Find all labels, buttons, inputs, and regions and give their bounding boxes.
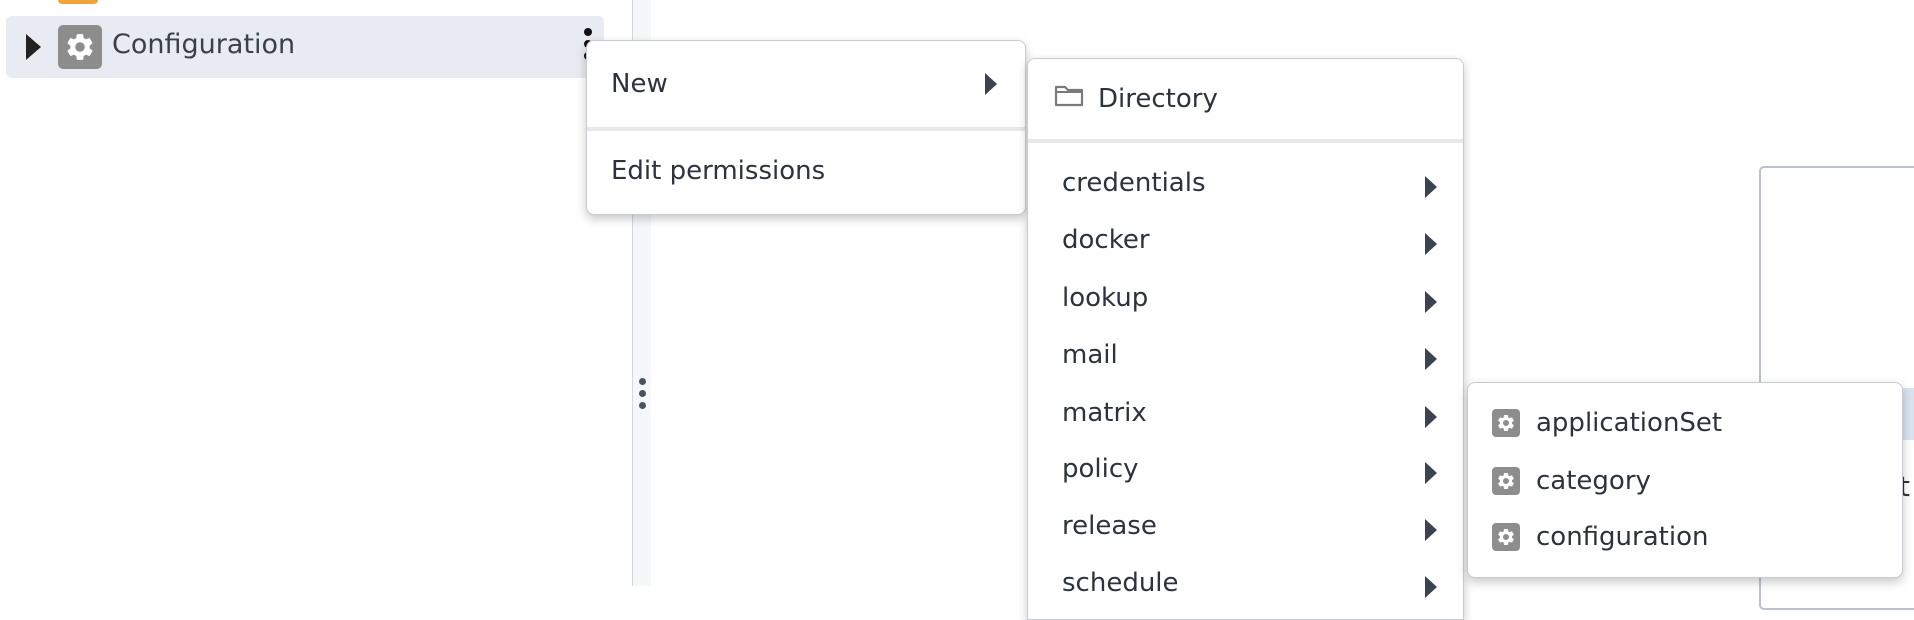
drag-handle-icon[interactable] [637,378,647,412]
menu-item-edit-permissions[interactable]: Edit permissions [587,131,1025,211]
caret-right-icon [1425,406,1437,428]
menu-item-directory[interactable]: Directory [1028,59,1463,139]
partial-folder-icon [58,0,98,4]
caret-right-icon [1425,291,1437,313]
gear-icon [1492,523,1520,551]
caret-right-icon [1425,519,1437,541]
menu-item-release[interactable]: release [1028,498,1463,554]
caret-right-icon [1425,176,1437,198]
menu-item-schedule[interactable]: schedule [1028,555,1463,611]
menu-item-mail[interactable]: mail [1028,327,1463,383]
caret-right-icon [1425,348,1437,370]
context-menu: New Edit permissions [586,40,1026,215]
menu-item-lookup[interactable]: lookup [1028,270,1463,326]
tree-panel: Configuration [0,0,632,586]
caret-right-icon [1425,462,1437,484]
caret-right-icon [1425,576,1437,598]
caret-right-icon [985,73,997,95]
gear-icon [58,25,102,69]
matrix-submenu: applicationSet category configuration [1467,382,1903,578]
menu-item-applicationset[interactable]: applicationSet [1468,395,1902,451]
tree-item-label: Configuration [112,29,296,60]
new-submenu: Directory credentials docker lookup mail… [1027,58,1464,620]
tree-item-configuration[interactable]: Configuration [6,16,604,78]
gear-icon [1492,409,1520,437]
menu-item-configuration[interactable]: configuration [1468,509,1902,565]
menu-item-new[interactable]: New [587,41,1025,127]
caret-right-icon[interactable] [26,34,41,60]
menu-item-category[interactable]: category [1468,453,1902,509]
gear-icon [1492,467,1520,495]
menu-item-docker[interactable]: docker [1028,212,1463,268]
folder-icon [1054,85,1084,107]
menu-separator [1028,139,1463,143]
menu-item-matrix[interactable]: matrix [1028,385,1463,441]
menu-item-credentials[interactable]: credentials [1028,155,1463,211]
menu-item-policy[interactable]: policy [1028,441,1463,497]
caret-right-icon [1425,233,1437,255]
